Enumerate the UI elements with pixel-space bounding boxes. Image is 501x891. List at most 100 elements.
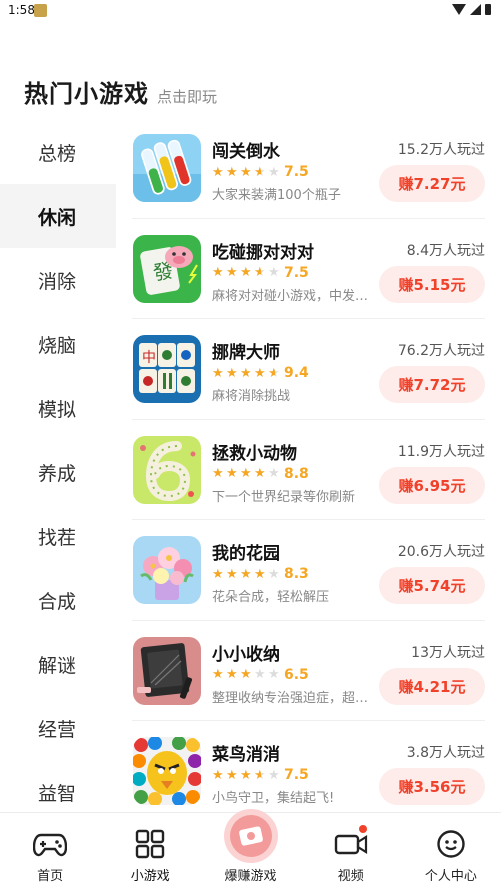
category-item-模拟[interactable]: 模拟 (0, 376, 116, 440)
page-subtitle: 点击即玩 (157, 88, 218, 106)
money-icon (223, 809, 278, 863)
category-item-找茬[interactable]: 找茬 (0, 504, 116, 568)
game-description: 麻将对对碰小游戏，中发白，发财喽 (212, 288, 377, 304)
star-icon: ★ (240, 466, 252, 481)
earn-button[interactable]: 赚7.72元 (379, 366, 485, 403)
water-sort-thumbnail[interactable] (133, 134, 201, 202)
game-description: 麻将消除挑战 (212, 389, 291, 404)
empty-star-icon: ★ (268, 265, 280, 280)
star-icon: ★ (212, 164, 224, 180)
game-name: 菜鸟消消 (212, 745, 280, 765)
star-icon: ★ (212, 265, 224, 280)
game-description: 小鸟守卫，集结起飞! (212, 791, 335, 806)
nav-item-profile[interactable]: 个人中心 (401, 813, 501, 891)
flower-bouquet-thumbnail[interactable] (133, 536, 201, 604)
earn-button[interactable]: 赚3.56元 (379, 768, 485, 805)
category-item-消除[interactable]: 消除 (0, 248, 116, 312)
category-item-经营[interactable]: 经营 (0, 696, 116, 760)
star-icon: ★ (226, 466, 238, 481)
play-count: 20.6万人玩过 (397, 544, 485, 560)
status-bar: 1:58 (0, 0, 501, 22)
earn-button[interactable]: 赚5.74元 (379, 567, 485, 604)
earn-button[interactable]: 赚6.95元 (379, 466, 485, 504)
smiley-face-icon (434, 827, 468, 861)
game-row[interactable]: 菜鸟消消 ★ ★ ★ ★ ★ 7.5 小鸟守卫，集结起飞! 3.8万人玩过 赚3.56元 (132, 721, 485, 822)
empty-star-icon: ★ (268, 566, 280, 582)
makeup-organizer-thumbnail[interactable] (133, 636, 201, 705)
nav-item-hot-earn-games[interactable]: 爆赚游戏 (200, 809, 300, 891)
nav-item-home[interactable]: 首页 (0, 813, 100, 891)
game-description: 花朵合成，轻松解压 (212, 590, 330, 605)
rating-stars: ★ ★ ★ ★ ★ 8.8 (212, 466, 309, 482)
game-row[interactable]: 我的花园 ★ ★ ★ ★ ★ 8.3 花朵合成，轻松解压 20.6万人玩过 赚5.74元 (132, 520, 485, 621)
star-icon: ★ (254, 365, 266, 381)
earn-button[interactable]: 赚5.15元 (379, 265, 485, 303)
earn-button[interactable]: 赚7.27元 (379, 165, 485, 202)
nav-label: 小游戏 (130, 869, 170, 884)
wifi-icon (452, 4, 466, 15)
game-name: 拯救小动物 (212, 443, 297, 464)
play-count: 76.2万人玩过 (397, 343, 485, 359)
rating-stars: ★ ★ ★ ★ ★ 7.5 (212, 265, 309, 281)
category-item-休闲[interactable]: 休闲 (0, 184, 116, 248)
play-count: 15.2万人玩过 (397, 142, 485, 158)
star-icon: ★ (212, 466, 224, 481)
play-count: 8.4万人玩过 (406, 242, 485, 259)
nav-item-mini-games[interactable]: 小游戏 (100, 813, 200, 891)
half-star-icon: ★ (254, 266, 268, 279)
rating-score: 7.5 (284, 767, 309, 783)
star-icon: ★ (226, 566, 238, 582)
rating-score: 7.5 (284, 164, 309, 180)
game-description: 整理收纳专治强迫症，超级解压 (212, 690, 377, 706)
play-count: 13万人玩过 (411, 644, 485, 661)
nav-label: 首页 (37, 869, 64, 884)
rating-score: 9.4 (284, 365, 309, 381)
game-list: 闯关倒水 ★ ★ ★ ★ ★ 7.5 大家来装满100个瓶子 15.2万人玩过 赚7.2… (116, 118, 501, 822)
category-item-解谜[interactable]: 解谜 (0, 632, 116, 696)
rating-score: 8.8 (284, 465, 309, 482)
game-name: 吃碰挪对对对 (212, 242, 314, 263)
nav-label: 个人中心 (424, 869, 477, 884)
play-count: 11.9万人玩过 (397, 443, 485, 460)
page-title: 热门小游戏 (24, 80, 149, 108)
nav-item-video[interactable]: 视频 (301, 813, 401, 891)
half-star-icon: ★ (268, 367, 282, 380)
game-row[interactable]: 拯救小动物 ★ ★ ★ ★ ★ 8.8 下一个世界纪录等你刷新 11.9万人玩过 赚6.… (132, 420, 485, 520)
earn-button[interactable]: 赚4.21元 (379, 667, 485, 705)
category-item-养成[interactable]: 养成 (0, 440, 116, 504)
angry-bird-thumbnail[interactable] (133, 737, 201, 805)
empty-star-icon: ★ (268, 164, 280, 180)
play-count: 3.8万人玩过 (406, 745, 485, 761)
nav-label: 爆赚游戏 (224, 869, 277, 884)
game-row[interactable]: 發 吃碰挪对对对 ★★★★★ 7.5 麻将对对碰小游戏，中发白，发财喽 8.4万… (132, 219, 485, 319)
category-item-总榜[interactable]: 总榜 (0, 120, 116, 184)
status-icons (452, 4, 491, 15)
mahjong-tiles-thumbnail[interactable]: 中 (133, 335, 201, 403)
category-item-合成[interactable]: 合成 (0, 568, 116, 632)
empty-star-icon: ★ (254, 667, 266, 682)
game-row[interactable]: 闯关倒水 ★ ★ ★ ★ ★ 7.5 大家来装满100个瓶子 15.2万人玩过 赚7.2… (132, 118, 485, 219)
signal-icon (470, 4, 481, 15)
category-item-烧脑[interactable]: 烧脑 (0, 312, 116, 376)
battery-icon (485, 4, 491, 15)
rating-score: 7.5 (284, 264, 309, 281)
gamepad-icon (33, 827, 68, 861)
game-name: 挪牌大师 (212, 343, 280, 363)
game-row[interactable]: 中 挪牌大师 ★ ★ ★ ★ ★ 9.4 麻将消除挑战 76.2万人玩过 赚7.72元 (132, 319, 485, 420)
rating-stars: ★ ★ ★ ★ ★ 7.5 (212, 767, 309, 783)
notification-app-icon (34, 4, 47, 17)
star-icon: ★ (240, 365, 252, 381)
snake-six-thumbnail[interactable] (133, 435, 201, 504)
page-header: 热门小游戏 点击即玩 (24, 74, 217, 109)
star-icon: ★ (226, 667, 238, 682)
mahjong-pig-thumbnail[interactable]: 發 (133, 234, 201, 303)
star-icon: ★ (212, 667, 224, 682)
rating-stars: ★ ★ ★ ★ ★ 6.5 (212, 667, 309, 683)
bottom-nav: 首页 小游戏 爆赚游戏 视频 个人中心 (0, 809, 501, 891)
star-icon: ★ (240, 566, 252, 582)
star-icon: ★ (212, 365, 224, 381)
game-row[interactable]: 小小收纳 ★ ★ ★ ★ ★ 6.5 整理收纳专治强迫症，超级解压 13万人玩过 赚4.… (132, 621, 485, 721)
grid-icon (133, 827, 167, 861)
star-icon: ★ (226, 265, 238, 280)
star-icon: ★ (212, 566, 224, 582)
